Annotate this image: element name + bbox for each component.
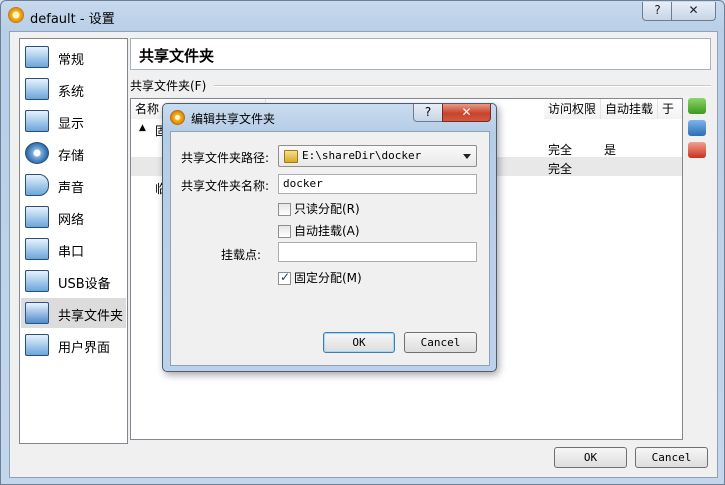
automount-label[interactable]: 自动挂载(A) [294, 222, 360, 239]
dialog-help-button[interactable]: ? [413, 104, 443, 122]
permanent-label[interactable]: 固定分配(M) [294, 269, 362, 286]
shared-folders-group-label: 共享文件夹(F) [130, 79, 207, 93]
sidebar-item-label: 系统 [58, 85, 85, 100]
sidebar-item-system[interactable]: 系统 [21, 74, 126, 104]
help-button[interactable]: ? [642, 2, 673, 21]
sidebar-item-label: USB设备 [58, 277, 111, 292]
readonly-label[interactable]: 只读分配(R) [294, 200, 360, 217]
window-title: default - 设置 [30, 12, 115, 27]
sidebar-item-label: 存储 [58, 149, 85, 164]
sidebar-item-label: 显示 [58, 117, 85, 132]
title-bar[interactable]: default - 设置 ? ✕ [1, 1, 724, 31]
sidebar-item-network[interactable]: 网络 [21, 202, 126, 232]
dialog-client: 共享文件夹路径: E:\shareDir\docker 共享文件夹名称: doc… [170, 131, 490, 366]
sidebar-item-display[interactable]: 显示 [21, 106, 126, 136]
page-title: 共享文件夹 [139, 47, 215, 65]
speaker-icon [25, 174, 49, 196]
serial-port-icon [25, 238, 49, 260]
usb-icon [25, 270, 49, 292]
readonly-checkbox[interactable] [278, 203, 291, 216]
remove-folder-icon[interactable] [688, 142, 706, 158]
sidebar-item-label: 网络 [58, 213, 85, 228]
sidebar-item-shared-folders[interactable]: 共享文件夹 [21, 298, 126, 328]
shared-folder-icon [25, 302, 49, 324]
virtualbox-icon [8, 7, 24, 23]
edit-folder-icon[interactable] [688, 120, 706, 136]
sidebar-item-serial-port[interactable]: 串口 [21, 234, 126, 264]
mount-point-label: 挂载点: [221, 248, 262, 262]
sidebar-item-label: 共享文件夹 [58, 309, 124, 324]
add-folder-icon[interactable] [688, 98, 706, 114]
display-icon [25, 110, 49, 132]
dialog-ok-button[interactable]: OK [323, 332, 395, 353]
sidebar-item-audio[interactable]: 声音 [21, 170, 126, 200]
sidebar-item-usb[interactable]: USB设备 [21, 266, 126, 296]
page-heading-box: 共享文件夹 [130, 38, 711, 70]
ok-button[interactable]: OK [554, 447, 627, 468]
sidebar-item-storage[interactable]: 存储 [21, 138, 126, 168]
settings-sidebar: 常规 系统 显示 存储 声音 网络 串口 USB设备 共享文件夹 用户界面 [19, 38, 128, 444]
edit-shared-folder-dialog: 编辑共享文件夹 ? ✕ 共享文件夹路径: E:\shareDir\docker … [162, 103, 497, 372]
chevron-down-icon[interactable] [463, 154, 471, 159]
virtualbox-icon [170, 110, 185, 125]
sidebar-item-general[interactable]: 常规 [21, 42, 126, 72]
monitor-icon [25, 46, 49, 68]
sidebar-item-label: 常规 [58, 53, 85, 68]
sidebar-item-label: 用户界面 [58, 341, 111, 356]
folder-path-label: 共享文件夹路径: [181, 151, 270, 165]
permanent-checkbox[interactable]: ✓ [278, 270, 291, 285]
table-cell-access: 完全 [548, 143, 573, 157]
dialog-title: 编辑共享文件夹 [191, 112, 276, 126]
column-header-auto-mount[interactable]: 自动挂载 [601, 99, 658, 119]
automount-checkbox[interactable] [278, 225, 291, 238]
folder-path-value: E:\shareDir\docker [302, 149, 422, 162]
mount-point-input[interactable] [278, 242, 477, 262]
folder-icon [284, 150, 298, 163]
ui-window-icon [25, 334, 49, 356]
sidebar-item-label: 声音 [58, 181, 85, 196]
folder-name-label: 共享文件夹名称: [181, 179, 270, 193]
sidebar-item-label: 串口 [58, 245, 85, 260]
network-icon [25, 206, 49, 228]
sidebar-item-user-interface[interactable]: 用户界面 [21, 330, 126, 360]
chip-icon [25, 78, 49, 100]
disk-icon [25, 142, 49, 164]
table-cell-auto-mount: 是 [604, 143, 617, 157]
cancel-button[interactable]: Cancel [635, 447, 708, 468]
checkmark-icon: ✓ [280, 270, 291, 284]
folder-name-input[interactable]: docker [278, 174, 477, 194]
column-header-access[interactable]: 访问权限 [544, 99, 601, 119]
column-header-at[interactable]: 于 [658, 99, 682, 119]
dialog-cancel-button[interactable]: Cancel [404, 332, 477, 353]
tree-expand-icon[interactable]: ▲ [139, 123, 146, 133]
group-divider [214, 85, 711, 87]
folder-path-combo[interactable]: E:\shareDir\docker [278, 145, 477, 167]
dialog-close-button[interactable]: ✕ [442, 104, 491, 122]
close-button[interactable]: ✕ [671, 2, 716, 21]
table-cell-access: 完全 [548, 162, 573, 176]
